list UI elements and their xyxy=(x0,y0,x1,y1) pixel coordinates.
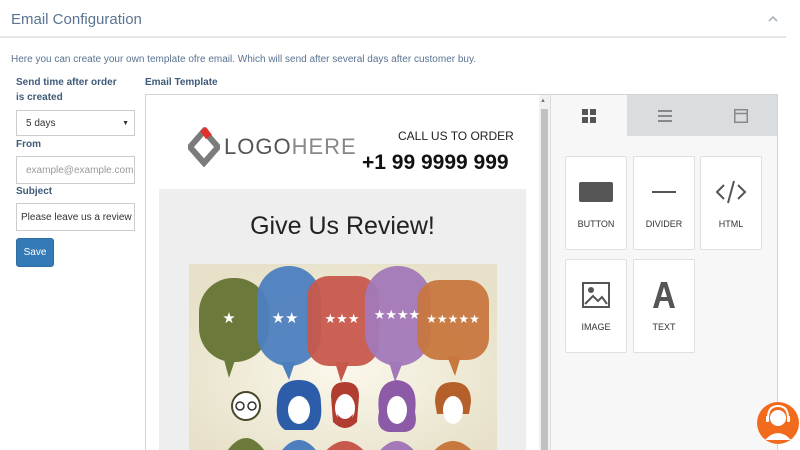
description-text: Here you can create your own template of… xyxy=(11,54,477,65)
canvas-scrollbar[interactable]: ▲ xyxy=(539,95,550,450)
logo-text-light: HERE xyxy=(291,134,357,159)
tool-html-label: HTML xyxy=(718,219,744,229)
star-rating-2: ★★ xyxy=(272,309,299,327)
panel-tabs xyxy=(551,95,777,136)
support-agent-icon[interactable] xyxy=(757,396,799,446)
section-header: Email Configuration xyxy=(0,0,786,38)
rows-icon xyxy=(658,109,672,122)
review-heading: Give Us Review! xyxy=(250,212,435,240)
send-time-select[interactable]: 5 days ▼ xyxy=(16,110,135,136)
tool-image[interactable]: IMAGE xyxy=(565,259,627,353)
subject-value: Please leave us a review xyxy=(21,211,132,223)
email-header-row[interactable]: LOGOHERE CALL US TO ORDER +1 99 9999 999 xyxy=(146,95,539,189)
send-time-value: 5 days xyxy=(26,117,56,129)
tool-button[interactable]: BUTTON xyxy=(565,156,627,250)
review-illustration-image: ★ ★★ ★★★ ★★★★ ★★★★★ xyxy=(189,264,497,450)
scroll-up-arrow-icon[interactable]: ▲ xyxy=(540,98,546,104)
scroll-thumb[interactable] xyxy=(541,109,548,450)
tab-content[interactable] xyxy=(551,95,627,136)
chevron-up-icon[interactable] xyxy=(766,12,780,26)
tool-html[interactable]: HTML xyxy=(700,156,762,250)
tools-panel: BUTTON DIVIDER HTML IMAGE TEXT xyxy=(550,95,777,450)
email-canvas[interactable]: LOGOHERE CALL US TO ORDER +1 99 9999 999… xyxy=(146,95,539,450)
divider-icon xyxy=(634,177,694,207)
tool-text-label: TEXT xyxy=(652,322,676,332)
email-content-block[interactable]: Give Us Review! ★ ★★ ★★★ ★★★★ ★★★★★ xyxy=(159,189,526,450)
subject-label: Subject xyxy=(16,186,53,197)
subject-field[interactable]: Please leave us a review xyxy=(16,203,135,231)
tab-body[interactable] xyxy=(703,95,777,136)
text-icon xyxy=(634,280,694,310)
call-to-order-label: CALL US TO ORDER xyxy=(398,129,514,143)
save-button[interactable]: Save xyxy=(16,238,54,267)
from-placeholder: example@example.com xyxy=(26,164,134,176)
layout-icon xyxy=(734,108,748,123)
logo-text: LOGOHERE xyxy=(224,134,357,160)
button-icon xyxy=(566,177,626,207)
grid-icon xyxy=(582,108,596,123)
tool-button-label: BUTTON xyxy=(577,219,615,229)
tool-text[interactable]: TEXT xyxy=(633,259,695,353)
code-icon xyxy=(701,177,761,207)
tool-divider-label: DIVIDER xyxy=(645,219,683,229)
email-template-label: Email Template xyxy=(145,77,218,88)
star-rating-1: ★ xyxy=(222,309,235,327)
logo-text-bold: LOGO xyxy=(224,134,292,159)
star-rating-4: ★★★★ xyxy=(374,308,421,323)
from-field[interactable]: example@example.com xyxy=(16,156,135,184)
star-rating-5: ★★★★★ xyxy=(426,312,480,326)
phone-number: +1 99 9999 999 xyxy=(362,151,509,174)
email-editor: LOGOHERE CALL US TO ORDER +1 99 9999 999… xyxy=(145,94,778,450)
email-config-page: Email Configuration Here you can create … xyxy=(0,0,800,450)
section-title: Email Configuration xyxy=(11,11,142,28)
logo-mark-icon xyxy=(188,127,220,167)
image-icon xyxy=(566,280,626,310)
star-rating-3: ★★★ xyxy=(325,312,360,327)
tab-rows[interactable] xyxy=(627,95,703,136)
send-time-label: Send time after order is created xyxy=(16,77,117,103)
tool-image-label: IMAGE xyxy=(581,322,611,332)
from-label: From xyxy=(16,139,41,150)
tool-divider[interactable]: DIVIDER xyxy=(633,156,695,250)
caret-down-icon: ▼ xyxy=(122,120,129,127)
